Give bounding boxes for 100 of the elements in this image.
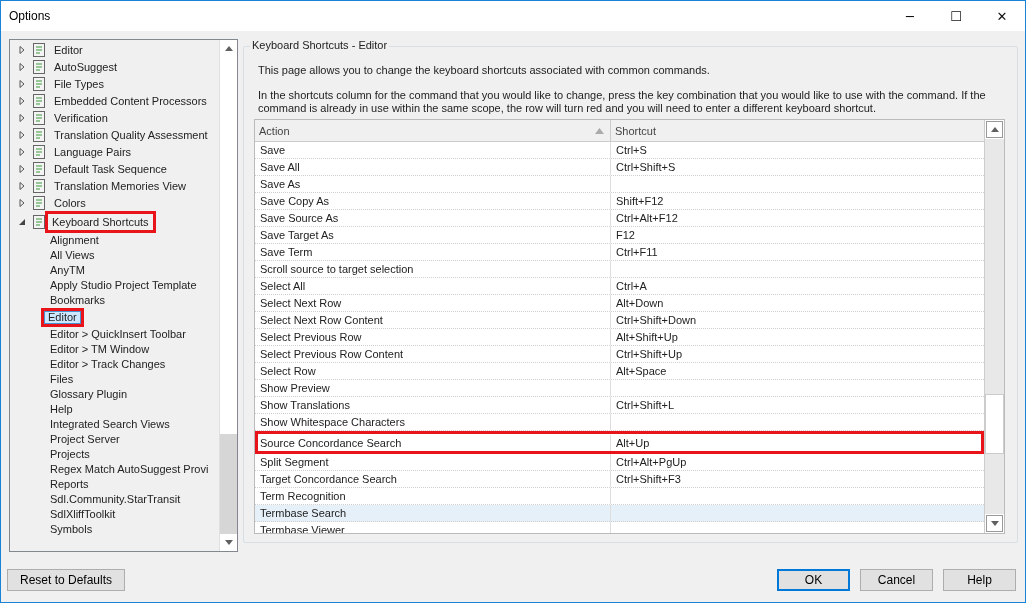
expander-icon[interactable] [17, 62, 27, 71]
table-row[interactable]: Select Previous Row Content Ctrl+Shift+Up [255, 346, 984, 363]
tree-item[interactable]: Verification [51, 109, 111, 126]
table-row[interactable]: Save Ctrl+S [255, 142, 984, 159]
expander-icon[interactable] [17, 45, 27, 54]
table-cell: Select Previous Row [255, 329, 611, 345]
document-icon [31, 194, 47, 211]
scrollbar[interactable] [219, 40, 237, 551]
table-row[interactable]: Show Preview [255, 380, 984, 397]
tree-item[interactable]: Files [47, 372, 77, 387]
table-cell: Target Concordance Search [255, 471, 611, 487]
table-row[interactable]: Save Source As Ctrl+Alt+F12 [255, 210, 984, 227]
scroll-up-icon[interactable] [986, 121, 1003, 138]
table-cell: Select Next Row Content [255, 312, 611, 328]
table-row[interactable]: Select Row Alt+Space [255, 363, 984, 380]
group-title: Keyboard Shortcuts - Editor [250, 39, 390, 51]
table-cell: Save Target As [255, 227, 611, 243]
expander-icon[interactable] [17, 164, 27, 173]
reset-button[interactable]: Reset to Defaults [7, 568, 125, 591]
table-cell: Save Term [255, 244, 611, 260]
scroll-thumb[interactable] [985, 394, 1004, 454]
table-row[interactable]: Show Whitespace Characters [255, 414, 984, 431]
table-row[interactable]: Show Translations Ctrl+Shift+L [255, 397, 984, 414]
table-cell: Show Whitespace Characters [255, 414, 611, 430]
tree-item[interactable]: Help [47, 402, 76, 417]
table-cell-text: Alt+Shift+Up [615, 330, 679, 345]
scroll-down-icon[interactable] [220, 534, 237, 551]
tree-item[interactable]: Translation Memories View [51, 177, 190, 194]
tree-item[interactable]: Alignment [47, 233, 102, 248]
column-header[interactable]: Shortcut [611, 120, 984, 141]
column-header[interactable]: Action [255, 120, 611, 141]
expander-icon[interactable] [17, 181, 27, 190]
table-row[interactable]: Target Concordance Search Ctrl+Shift+F3 [255, 471, 984, 488]
tree-item[interactable]: Symbols [47, 522, 96, 537]
scroll-thumb[interactable] [220, 434, 237, 534]
sort-icon [595, 127, 604, 134]
table-row[interactable]: Select Next Row Content Ctrl+Shift+Down [255, 312, 984, 329]
expander-icon[interactable] [17, 96, 27, 105]
cancel-button[interactable]: Cancel [860, 568, 933, 591]
table-row[interactable]: Save Copy As Shift+F12 [255, 193, 984, 210]
tree-item[interactable]: SdlXliffToolkit [47, 507, 119, 522]
document-icon [31, 214, 47, 230]
tree-item[interactable]: Reports [47, 477, 92, 492]
tree-item[interactable]: Editor > Track Changes [47, 357, 169, 372]
table-row[interactable]: Select Next Row Alt+Down [255, 295, 984, 312]
table-row[interactable]: Save All Ctrl+Shift+S [255, 159, 984, 176]
table-row[interactable]: Scroll source to target selection [255, 261, 984, 278]
table-row[interactable]: Termbase Search [255, 505, 984, 522]
expander-icon[interactable] [17, 147, 27, 156]
tree-item[interactable]: Editor [41, 308, 84, 327]
expander-icon[interactable] [17, 130, 27, 139]
tree-item[interactable]: Editor > TM Window [47, 342, 153, 357]
tree-item[interactable]: Language Pairs [51, 143, 135, 160]
tree-item[interactable]: Editor [51, 41, 86, 58]
document-icon [31, 177, 47, 194]
tree-item[interactable]: Embedded Content Processors [51, 92, 210, 109]
tree-item[interactable]: AutoSuggest [51, 58, 120, 75]
tree-item[interactable]: Glossary Plugin [47, 387, 131, 402]
scroll-down-icon[interactable] [986, 515, 1003, 532]
table-cell-text: Ctrl+F11 [615, 245, 659, 260]
expander-icon[interactable] [17, 198, 27, 207]
tree-item[interactable]: Editor > QuickInsert Toolbar [47, 327, 189, 342]
tree-item[interactable]: All Views [47, 248, 98, 263]
tree-item[interactable]: Sdl.Community.StarTransit [47, 492, 184, 507]
table-row[interactable]: Save Term Ctrl+F11 [255, 244, 984, 261]
tree-item[interactable]: Projects [47, 447, 93, 462]
table-row[interactable]: Save As [255, 176, 984, 193]
tree-item[interactable]: Translation Quality Assessment [51, 126, 211, 143]
table-cell-text: Ctrl+S [615, 143, 648, 158]
document-icon [31, 92, 47, 109]
ok-button[interactable]: OK [777, 568, 850, 591]
table-cell-text: Ctrl+Alt+F12 [615, 211, 679, 226]
tree-item[interactable]: Integrated Search Views [47, 417, 173, 432]
tree-item[interactable]: AnyTM [47, 263, 88, 278]
table-row[interactable]: Source Concordance Search Alt+Up [255, 431, 984, 454]
tree-item[interactable]: Bookmarks [47, 293, 109, 308]
expander-icon[interactable] [17, 113, 27, 122]
expander-icon[interactable] [17, 218, 27, 226]
table-cell-text: Shift+F12 [615, 194, 665, 209]
table-row[interactable]: Split Segment Ctrl+Alt+PgUp [255, 454, 984, 471]
tree-item[interactable]: Project Server [47, 432, 123, 447]
table-cell: Save As [255, 176, 611, 192]
table-cell-text: Ctrl+Shift+Up [615, 347, 684, 362]
tree-item[interactable]: Colors [51, 194, 89, 211]
table-row[interactable]: Save Target As F12 [255, 227, 984, 244]
tree-item[interactable]: Regex Match AutoSuggest Provi [47, 462, 212, 477]
table-cell: Save Source As [255, 210, 611, 226]
tree-item[interactable]: File Types [51, 75, 107, 92]
expander-icon[interactable] [17, 79, 27, 88]
tree-item[interactable]: Apply Studio Project Template [47, 278, 200, 293]
help-button[interactable]: Help [943, 568, 1016, 591]
scrollbar[interactable] [984, 120, 1004, 533]
table-row[interactable]: Select All Ctrl+A [255, 278, 984, 295]
scroll-up-icon[interactable] [220, 40, 237, 57]
document-icon [31, 109, 47, 126]
intro-text: This page allows you to change the keyboard shortcuts associated with common commands. [258, 63, 711, 77]
tree-item[interactable]: Keyboard Shortcuts [45, 211, 156, 233]
table-cell: Scroll source to target selection [255, 261, 611, 277]
tree-item[interactable]: Default Task Sequence [51, 160, 170, 177]
table-row[interactable]: Select Previous Row Alt+Shift+Up [255, 329, 984, 346]
